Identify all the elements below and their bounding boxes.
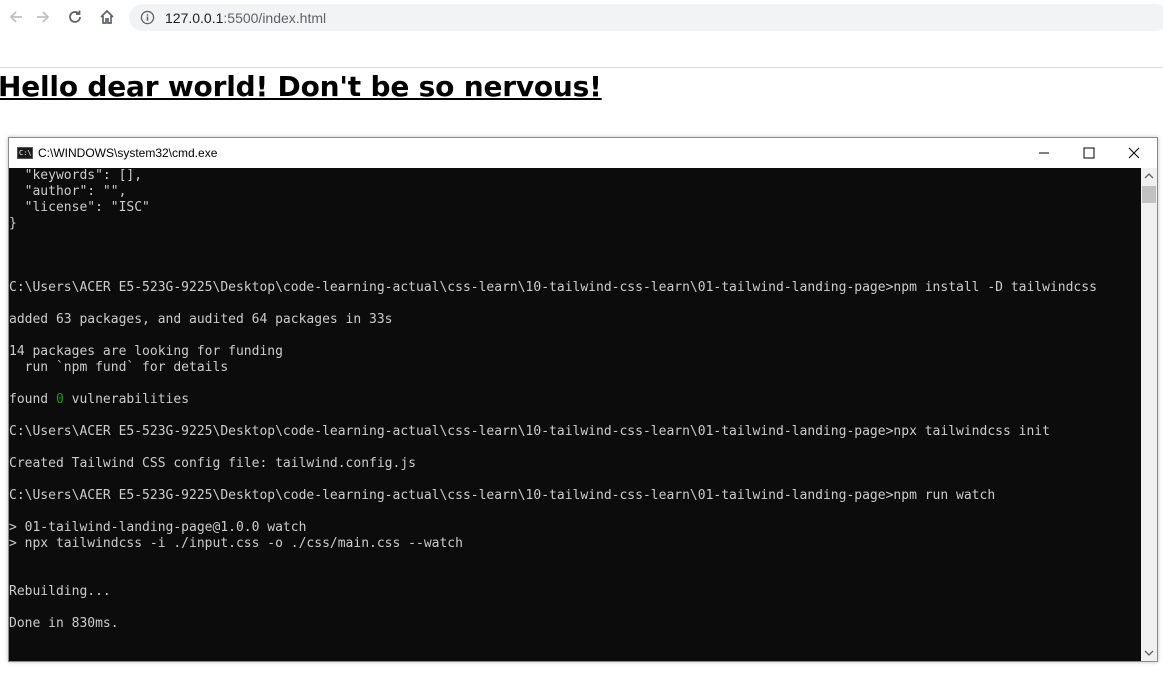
scroll-down-button[interactable] [1141, 645, 1157, 661]
chevron-up-icon [1144, 173, 1154, 179]
cmd-line: 14 packages are looking for funding [9, 344, 283, 359]
cmd-line [9, 552, 1141, 568]
cmd-line: > 01-tailwind-landing-page@1.0.0 watch [9, 520, 307, 535]
minimize-button[interactable] [1021, 138, 1066, 168]
chevron-down-icon [1144, 650, 1154, 656]
close-button[interactable] [1111, 138, 1156, 168]
scroll-up-button[interactable] [1141, 168, 1157, 184]
home-button[interactable] [91, 0, 123, 34]
cmd-window-title: C:\WINDOWS\system32\cmd.exe [38, 146, 218, 160]
maximize-button[interactable] [1066, 138, 1111, 168]
vuln-suffix: vulnerabilities [63, 392, 190, 407]
cmd-app-icon: C:\ [17, 147, 33, 159]
cmd-line [9, 248, 1141, 264]
cmd-line [9, 408, 1141, 424]
cmd-titlebar[interactable]: C:\ C:\WINDOWS\system32\cmd.exe [9, 138, 1157, 168]
cmd-line [9, 264, 1141, 280]
reload-icon [69, 10, 81, 23]
cmd-line [9, 376, 1141, 392]
url-host: 127.0.0.1 [165, 9, 224, 26]
cmd-line [9, 328, 1141, 344]
cmd-line: Created Tailwind CSS config file: tailwi… [9, 456, 416, 471]
cmd-output[interactable]: "keywords": [], "author": "", "license":… [9, 168, 1141, 661]
cmd-line: "license": "ISC" [9, 200, 150, 215]
cmd-line [9, 296, 1141, 312]
cmd-window[interactable]: C:\ C:\WINDOWS\system32\cmd.exe "keyword… [8, 137, 1158, 662]
cmd-line-vulnerabilities: found 0 vulnerabilities [9, 392, 1141, 408]
cmd-line: C:\Users\ACER E5-523G-9225\Desktop\code-… [9, 488, 996, 503]
cmd-line [9, 440, 1141, 456]
cmd-line [9, 472, 1141, 488]
page-title: Hello dear world! Don't be so nervous! [0, 70, 602, 103]
vertical-scrollbar[interactable] [1141, 168, 1157, 661]
cmd-line: Rebuilding... [9, 584, 111, 599]
forward-button[interactable] [27, 0, 59, 34]
arrow-left-icon [9, 11, 22, 23]
url-path: :5500/index.html [223, 9, 327, 26]
minimize-icon [1038, 152, 1049, 154]
url-text: 127.0.0.1:5500/index.html [165, 10, 326, 26]
cmd-line [9, 568, 1141, 584]
cmd-line: C:\Users\ACER E5-523G-9225\Desktop\code-… [9, 424, 1050, 439]
scroll-thumb[interactable] [1142, 186, 1156, 203]
cmd-line [9, 600, 1141, 616]
close-icon [1128, 147, 1139, 159]
vuln-count: 0 [55, 392, 64, 407]
cmd-line [9, 504, 1141, 520]
cmd-line: } [9, 216, 17, 231]
cmd-line: > npx tailwindcss -i ./input.css -o ./cs… [9, 536, 463, 551]
cmd-line: C:\Users\ACER E5-523G-9225\Desktop\code-… [9, 280, 1097, 295]
address-bar[interactable]: 127.0.0.1:5500/index.html [129, 4, 1163, 31]
vuln-prefix: found [9, 392, 56, 407]
cmd-line: Done in 830ms. [9, 616, 119, 631]
browser-toolbar: 127.0.0.1:5500/index.html [0, 0, 1163, 34]
cmd-line: "author": "", [9, 184, 127, 199]
cmd-line [9, 232, 1141, 248]
home-icon [100, 9, 114, 24]
maximize-icon [1083, 147, 1094, 159]
cmd-line: run `npm fund` for details [9, 360, 229, 375]
cmd-line: added 63 packages, and audited 64 packag… [9, 312, 393, 327]
toolbar-divider [0, 67, 1163, 68]
arrow-right-icon [37, 11, 50, 23]
info-icon[interactable] [139, 10, 155, 26]
cmd-line: "keywords": [], [9, 168, 143, 183]
reload-button[interactable] [59, 0, 91, 34]
